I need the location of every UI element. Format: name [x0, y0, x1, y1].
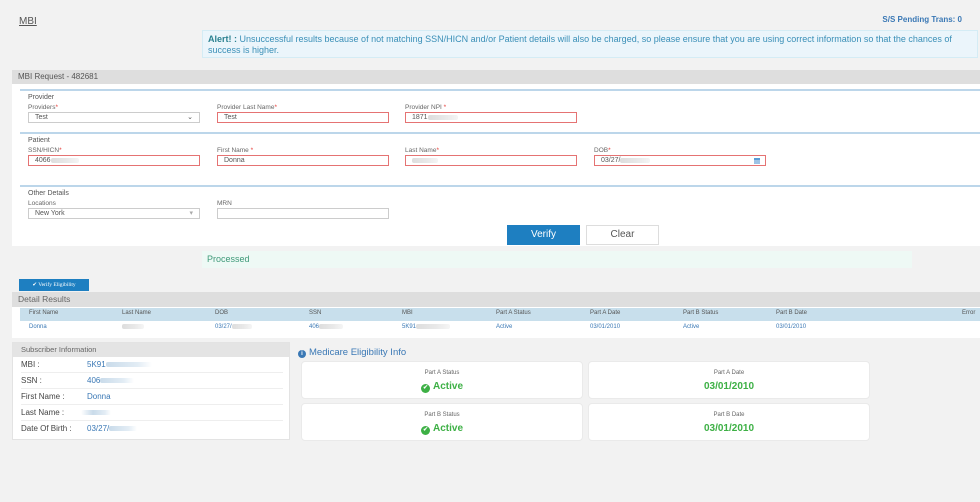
card-value: 03/01/2010: [703, 381, 755, 392]
request-header: MBI Request - 482681: [12, 70, 980, 84]
cell-last-name: [122, 324, 144, 330]
provider-last-name-input[interactable]: Test: [217, 112, 389, 123]
providers-select[interactable]: Test ⌄: [28, 112, 200, 123]
cell-ssn: 406: [309, 324, 344, 330]
cell-part-b-date: 03/01/2010: [776, 324, 807, 330]
section-divider: [20, 132, 980, 134]
column-header[interactable]: Part A Date: [590, 310, 620, 316]
ssn-input[interactable]: 4066: [28, 155, 200, 166]
cell-part-a-date: 03/01/2010: [590, 324, 621, 330]
calendar-icon[interactable]: [754, 158, 760, 164]
card-label: Part A Status: [424, 370, 460, 376]
provider-npi-input[interactable]: 1871: [405, 112, 577, 123]
medicare-eligibility-title: i Medicare Eligibility Info: [298, 347, 406, 358]
check-circle-icon: ✔: [420, 426, 430, 435]
provider-last-name-label: Provider Last Name*: [217, 104, 277, 111]
other-details-section-title: Other Details: [28, 190, 69, 197]
pending-transactions[interactable]: S/S Pending Trans: 0: [882, 15, 962, 24]
subscriber-row-first-name: First Name : Donna: [21, 389, 283, 405]
cell-first-name: Donna: [29, 324, 47, 330]
status-message: Processed: [202, 251, 912, 268]
mrn-input[interactable]: [217, 208, 389, 219]
provider-npi-label: Provider NPI *: [405, 104, 447, 111]
dob-label: DOB*: [594, 147, 611, 154]
patient-section-title: Patient: [28, 137, 50, 144]
card-value: ✔ Active: [420, 381, 463, 393]
cell-part-b-status: Active: [683, 324, 700, 330]
part-a-date-card: Part A Date 03/01/2010: [588, 361, 870, 399]
column-header[interactable]: DOB: [215, 310, 228, 316]
cell-part-a-status: Active: [496, 324, 513, 330]
subscriber-row-ssn: SSN :406: [21, 373, 283, 389]
last-name-label: Last Name*: [405, 147, 439, 154]
column-header[interactable]: Part B Date: [776, 310, 807, 316]
last-name-input[interactable]: [405, 155, 577, 166]
mrn-label: MRN: [217, 200, 232, 207]
clear-button[interactable]: Clear: [586, 225, 659, 245]
check-circle-icon: ✔: [420, 384, 430, 393]
detail-results-header: Detail Results: [12, 292, 980, 307]
part-a-status-card: Part A Status ✔ Active: [301, 361, 583, 399]
column-header[interactable]: Error: [962, 310, 975, 316]
subscriber-information-panel: Subscriber Information MBI :5K91 SSN :40…: [12, 342, 290, 440]
card-value: ✔ Active: [420, 423, 463, 435]
cell-dob: 03/27/: [215, 324, 252, 330]
locations-label: Locations: [28, 200, 56, 207]
column-header[interactable]: Part B Status: [683, 310, 718, 316]
card-label: Part A Date: [713, 370, 745, 376]
card-value: 03/01/2010: [703, 423, 755, 434]
alert-banner: Alert! : Unsuccessful results because of…: [202, 30, 978, 58]
first-name-label: First Name *: [217, 147, 254, 154]
locations-select[interactable]: New York ▾: [28, 208, 200, 219]
card-label: Part B Status: [424, 412, 460, 418]
column-header[interactable]: MBI: [402, 310, 413, 316]
provider-section-title: Provider: [28, 94, 55, 101]
verify-eligibility-button[interactable]: ✔ Verify Eligibility: [19, 279, 89, 291]
chevron-down-icon: ⌄: [187, 114, 193, 121]
card-label: Part B Date: [713, 412, 745, 418]
section-divider: [20, 185, 980, 187]
first-name-input[interactable]: Donna: [217, 155, 389, 166]
column-header[interactable]: First Name: [29, 310, 58, 316]
section-divider: [20, 89, 980, 91]
column-header[interactable]: SSN: [309, 310, 321, 316]
subscriber-row-last-name: Last Name :: [21, 405, 283, 421]
subscriber-information-header: Subscriber Information: [13, 343, 289, 357]
cell-mbi: 5K91: [402, 324, 451, 330]
part-b-date-card: Part B Date 03/01/2010: [588, 403, 870, 441]
dob-input[interactable]: 03/27/: [594, 155, 766, 166]
detail-results-table: First Name Last Name DOB SSN MBI Part A …: [12, 307, 980, 338]
verify-button[interactable]: Verify: [507, 225, 580, 245]
subscriber-row-mbi: MBI :5K91: [21, 357, 283, 373]
column-header[interactable]: Part A Status: [496, 310, 531, 316]
column-header[interactable]: Last Name: [122, 310, 151, 316]
part-b-status-card: Part B Status ✔ Active: [301, 403, 583, 441]
caret-down-icon: ▾: [189, 210, 193, 217]
providers-label: Providers*: [28, 104, 58, 111]
subscriber-row-dob: Date Of Birth :03/27/: [21, 421, 283, 437]
info-icon: i: [298, 350, 306, 358]
page: MBI S/S Pending Trans: 0 Alert! : Unsucc…: [0, 0, 980, 502]
alert-text: Unsuccessful results because of not matc…: [208, 34, 952, 55]
page-title[interactable]: MBI: [19, 16, 37, 27]
alert-prefix: Alert! :: [208, 34, 237, 44]
ssn-label: SSN/HICN*: [28, 147, 62, 154]
